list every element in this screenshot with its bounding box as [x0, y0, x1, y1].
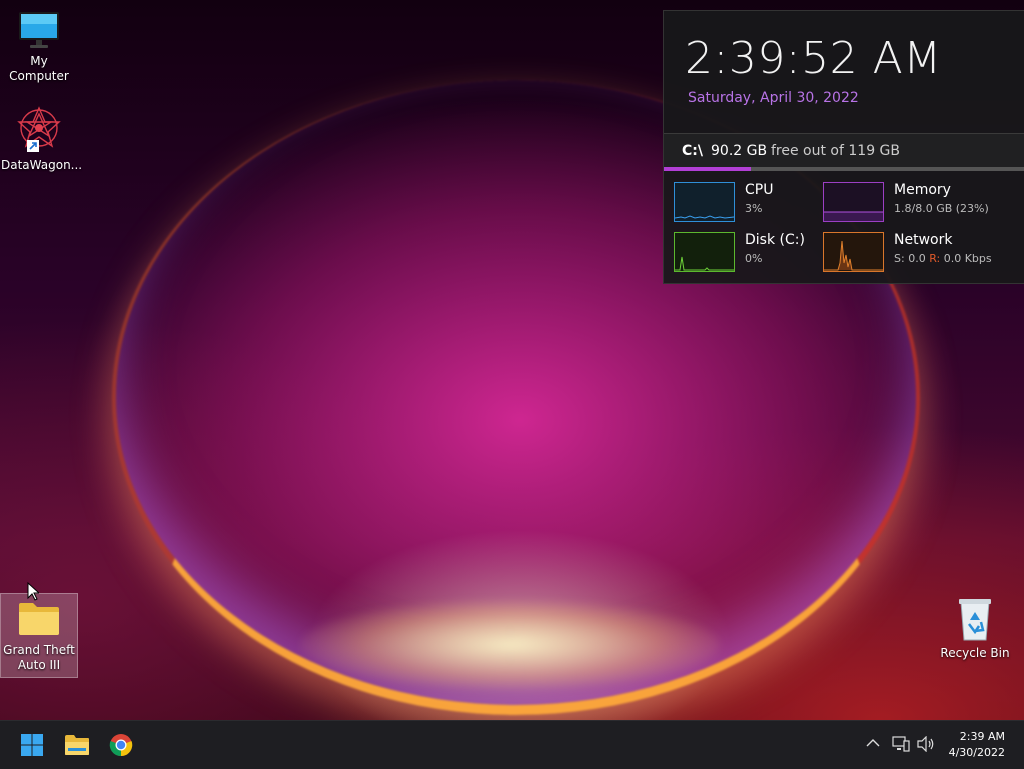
recycle-bin-icon	[959, 599, 991, 641]
wallpaper-glow-core	[300, 600, 720, 690]
desktop-icon-recycle-bin[interactable]: Recycle Bin	[937, 596, 1013, 661]
taskbar-time: 2:39 AM	[959, 730, 1005, 743]
widget-clock-time: 2:39:52 AM	[685, 33, 942, 84]
desktop-icon-label: My Computer	[9, 54, 69, 83]
meter-name: Memory	[894, 182, 951, 198]
desktop-icon-label: Recycle Bin	[940, 646, 1010, 660]
meter-name: Network	[894, 232, 953, 248]
meter-value: 3%	[745, 202, 763, 215]
taskbar-chrome-button[interactable]	[104, 728, 138, 762]
meter-name: Disk (C:)	[745, 232, 805, 248]
network-send-label: S:	[894, 252, 905, 265]
datawagon-app-icon	[17, 106, 61, 152]
desktop-wallpaper: My Computer DataWagon... Grand Theft Aut…	[0, 0, 1024, 720]
network-send-value: 0.0	[908, 252, 926, 265]
taskbar-file-explorer-button[interactable]	[60, 728, 94, 762]
widget-disk-row: C:\ 90.2 GB free out of 119 GB	[664, 133, 1024, 170]
cpu-graph	[674, 182, 735, 222]
meter-value: S: 0.0 R: 0.0 Kbps	[894, 252, 992, 265]
disk-usage-fill	[664, 167, 752, 171]
windows-start-icon	[21, 734, 43, 756]
taskbar-start-button[interactable]	[15, 728, 49, 762]
network-recv-label: R:	[929, 252, 941, 265]
desktop-icon-label: Grand Theft Auto III	[3, 643, 75, 672]
chrome-icon	[109, 734, 133, 757]
disk-usage-bar	[664, 167, 1024, 171]
system-monitor-widget[interactable]: 2:39:52 AM Saturday, April 30, 2022 C:\ …	[663, 10, 1024, 284]
folder-icon	[19, 603, 59, 635]
desktop-icon-gta3-folder[interactable]: Grand Theft Auto III	[0, 593, 78, 678]
network-recv-value: 0.0 Kbps	[943, 252, 992, 265]
network-graph	[823, 232, 884, 272]
memory-graph	[823, 182, 884, 222]
network-icon[interactable]	[892, 736, 910, 752]
disk-graph	[674, 232, 735, 272]
desktop-icon-my-computer[interactable]: My Computer	[1, 10, 77, 84]
taskbar-date: 4/30/2022	[948, 746, 1005, 759]
chevron-up-icon[interactable]	[866, 738, 880, 748]
disk-free-space: 90.2 GB	[711, 143, 768, 159]
meter-name: CPU	[745, 182, 774, 198]
monitor-icon	[19, 12, 59, 48]
taskbar: 2:39 AM 4/30/2022	[0, 720, 1024, 769]
volume-icon[interactable]	[917, 736, 935, 752]
taskbar-clock[interactable]: 2:39 AM 4/30/2022	[949, 729, 1005, 761]
meter-value: 0%	[745, 252, 763, 265]
disk-drive-letter: C:\	[682, 143, 703, 159]
file-explorer-icon	[65, 735, 89, 755]
desktop-icon-datawagon[interactable]: DataWagon...	[1, 106, 83, 173]
meter-value: 1.8/8.0 GB (23%)	[894, 202, 989, 215]
widget-clock-date: Saturday, April 30, 2022	[688, 90, 859, 106]
disk-total-text: free out of 119 GB	[771, 143, 901, 159]
mouse-cursor-icon	[27, 582, 39, 601]
desktop-icon-label: DataWagon...	[1, 158, 83, 172]
